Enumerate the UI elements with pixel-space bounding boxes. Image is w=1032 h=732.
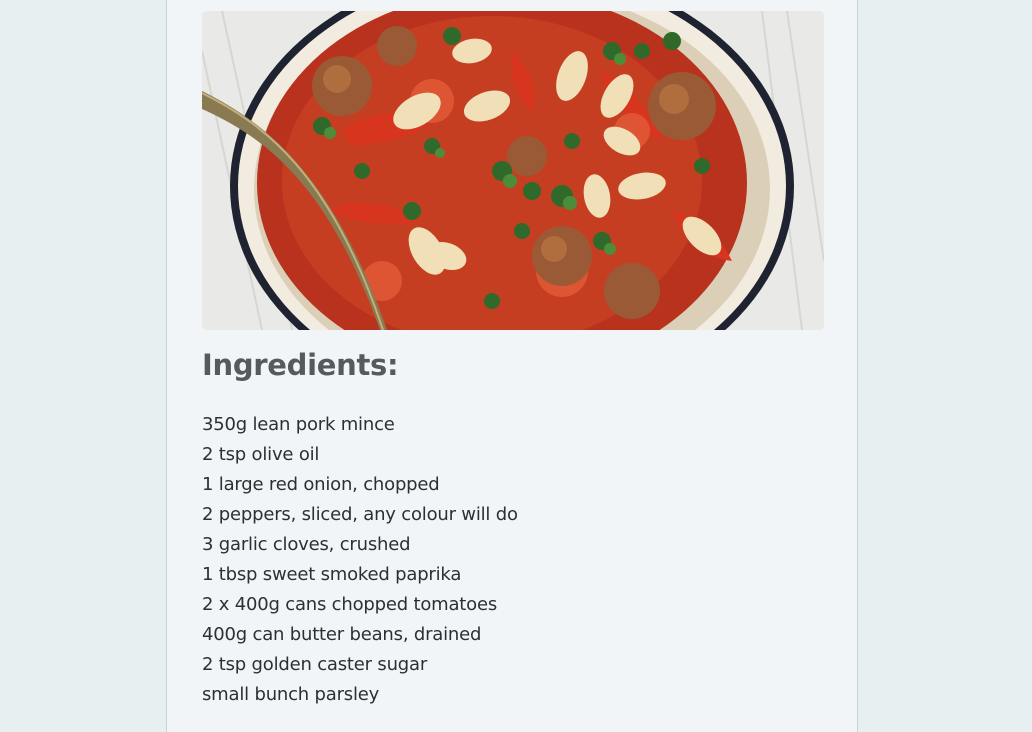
ingredient-item: 2 tsp golden caster sugar	[202, 654, 428, 675]
ingredient-item: 350g lean pork mince	[202, 414, 395, 435]
ingredients-heading: Ingredients:	[202, 348, 399, 382]
ingredient-item: 400g can butter beans, drained	[202, 624, 482, 645]
ingredients-list: 350g lean pork mince 2 tsp olive oil 1 l…	[202, 410, 518, 710]
ingredient-item: 2 x 400g cans chopped tomatoes	[202, 594, 498, 615]
ingredient-item: 2 tsp olive oil	[202, 444, 320, 465]
recipe-card: Ingredients: 350g lean pork mince 2 tsp …	[166, 0, 858, 732]
ingredient-item: 3 garlic cloves, crushed	[202, 534, 411, 555]
ingredient-item: small bunch parsley	[202, 684, 380, 705]
ingredient-item: 2 peppers, sliced, any colour will do	[202, 504, 518, 525]
ingredient-item: 1 tbsp sweet smoked paprika	[202, 564, 462, 585]
ingredient-item: 1 large red onion, chopped	[202, 474, 440, 495]
recipe-photo	[202, 11, 824, 330]
